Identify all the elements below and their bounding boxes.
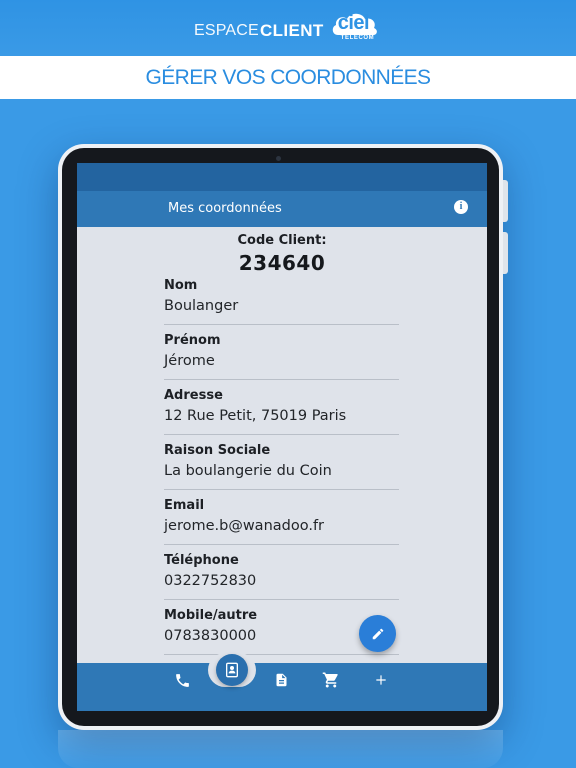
- status-bar: [77, 163, 487, 191]
- divider: [164, 489, 399, 490]
- field-label: Adresse: [164, 388, 223, 403]
- field-value: Jérome: [164, 353, 215, 369]
- contact-card-icon: [226, 662, 238, 678]
- profile-content: Code Client: 234640 Nom Boulanger Prénom…: [77, 227, 487, 663]
- nav-cart[interactable]: [316, 665, 346, 695]
- nav-more[interactable]: [366, 665, 396, 695]
- ciel-logo: ciel TELECOM: [330, 12, 380, 51]
- divider: [164, 379, 399, 380]
- edit-icon: [372, 628, 383, 639]
- phone-icon: [175, 673, 189, 687]
- nav-contact-active[interactable]: [216, 654, 248, 686]
- cart-icon: [322, 672, 338, 688]
- client-code-label: Code Client:: [237, 233, 327, 248]
- field-prenom: Prénom Jérome: [164, 333, 399, 388]
- field-label: Email: [164, 498, 205, 513]
- tablet-side-button: [503, 232, 508, 274]
- logo-word: ciel: [337, 12, 370, 34]
- field-label: Nom: [164, 278, 198, 293]
- feature-banner: GÉRER VOS COORDONNÉES: [0, 56, 576, 99]
- camera-dot: [276, 156, 281, 161]
- field-raison-sociale: Raison Sociale La boulangerie du Coin: [164, 443, 399, 498]
- field-value: La boulangerie du Coin: [164, 463, 332, 479]
- page-title: Mes coordonnées: [168, 201, 282, 216]
- tablet-side-button: [503, 180, 508, 222]
- floor-reflection: [58, 730, 503, 768]
- document-icon: [276, 673, 286, 687]
- field-value: Boulanger: [164, 298, 239, 314]
- field-label: Téléphone: [164, 553, 239, 568]
- nav-documents[interactable]: [266, 665, 296, 695]
- info-icon[interactable]: i: [454, 200, 468, 214]
- edit-button[interactable]: [359, 615, 396, 652]
- field-value: 0783830000: [164, 628, 257, 644]
- logo-subtitle: TELECOM: [340, 35, 375, 41]
- plus-icon: [376, 675, 386, 685]
- field-value: jerome.b@wanadoo.fr: [164, 518, 325, 534]
- field-label: Prénom: [164, 333, 221, 348]
- field-email: Email jerome.b@wanadoo.fr: [164, 498, 399, 553]
- app-screen: Mes coordonnées i Code Client: 234640 No…: [77, 163, 487, 711]
- field-nom: Nom Boulanger: [164, 278, 399, 333]
- field-value: 12 Rue Petit, 75019 Paris: [164, 408, 347, 424]
- divider: [164, 544, 399, 545]
- brand-header: ESPACE CLIENT ciel TELECOM: [194, 12, 380, 44]
- client-code-value: 234640: [238, 251, 326, 275]
- divider: [164, 324, 399, 325]
- top-brand-bar: ESPACE CLIENT ciel TELECOM: [0, 0, 576, 56]
- field-label: Raison Sociale: [164, 443, 271, 458]
- divider: [164, 654, 399, 655]
- brand-text-bold: CLIENT: [259, 21, 324, 40]
- divider: [164, 599, 399, 600]
- app-bar: Mes coordonnées i: [77, 191, 487, 227]
- brand-text-light: ESPACE: [194, 22, 259, 39]
- divider: [164, 434, 399, 435]
- nav-phone[interactable]: [167, 665, 197, 695]
- field-value: 0322752830: [164, 573, 257, 589]
- field-adresse: Adresse 12 Rue Petit, 75019 Paris: [164, 388, 399, 443]
- banner-title: GÉRER VOS COORDONNÉES: [145, 65, 432, 89]
- field-label: Mobile/autre: [164, 608, 258, 623]
- field-telephone: Téléphone 0322752830: [164, 553, 399, 608]
